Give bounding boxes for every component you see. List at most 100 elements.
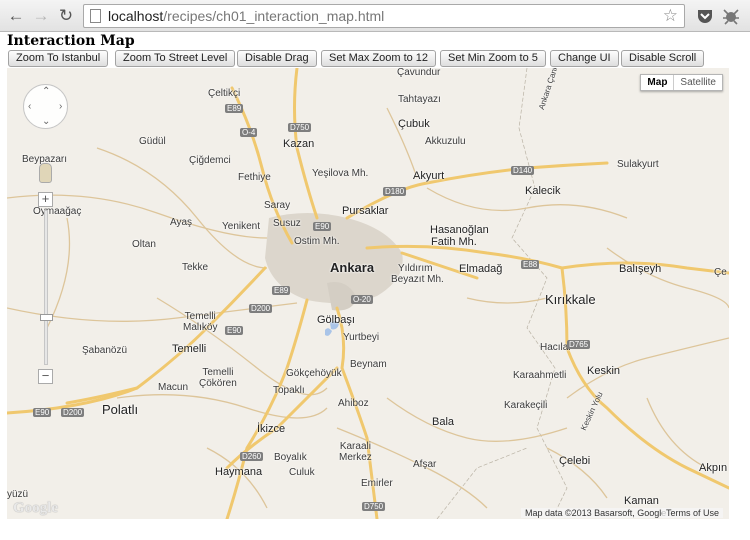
place-label: Gökçehöyük bbox=[286, 368, 342, 379]
back-arrow-icon[interactable]: ← bbox=[6, 6, 26, 26]
road-shield: D765 bbox=[567, 340, 591, 349]
place-label: Karaahmetli bbox=[513, 370, 567, 381]
place-label: Karaali Merkez bbox=[339, 441, 372, 463]
place-label: Susuz bbox=[273, 218, 301, 229]
place-label: Beynam bbox=[350, 359, 387, 370]
pocket-icon[interactable] bbox=[694, 5, 716, 27]
place-label: Temelli Malıköy bbox=[183, 311, 218, 333]
place-label: Fethiye bbox=[238, 172, 271, 183]
road-shield: D750 bbox=[288, 123, 312, 132]
place-label: Keskin bbox=[587, 365, 621, 377]
bookmark-star-icon[interactable]: ☆ bbox=[663, 6, 678, 26]
zoom-slider-track[interactable] bbox=[40, 210, 53, 365]
page-title: Interaction Map bbox=[7, 33, 135, 49]
set-max-zoom-button[interactable]: Set Max Zoom to 12 bbox=[321, 50, 437, 67]
place-label: Oltan bbox=[132, 239, 156, 250]
pan-down-icon[interactable]: ⌄ bbox=[42, 116, 50, 127]
terms-of-use-link[interactable]: Terms of Use bbox=[661, 508, 723, 518]
place-label: Culuk bbox=[289, 467, 315, 478]
address-bar[interactable]: localhost/recipes/ch01_interaction_map.h… bbox=[83, 4, 685, 28]
forward-arrow-icon[interactable]: → bbox=[31, 6, 51, 26]
place-label: Kaman bbox=[624, 495, 659, 507]
place-label: Topaklı bbox=[273, 385, 305, 396]
map-attribution: Map data ©2013 Basarsoft, Google bbox=[521, 508, 671, 518]
page-icon bbox=[90, 9, 101, 23]
pan-right-icon[interactable]: › bbox=[59, 101, 62, 112]
map-type-map-button[interactable]: Map bbox=[641, 75, 675, 90]
road-shield: E88 bbox=[521, 260, 540, 269]
place-label: Bala bbox=[432, 416, 455, 428]
map-type-control: Map Satellite bbox=[640, 74, 723, 91]
google-logo[interactable]: Google bbox=[13, 500, 58, 517]
place-label: Yenikent bbox=[222, 221, 260, 232]
place-label: Akpın bbox=[699, 462, 728, 474]
road-shield: O-4 bbox=[240, 128, 258, 137]
place-label: Çeltikçi bbox=[208, 88, 241, 99]
place-label: Ahiboz bbox=[338, 398, 369, 409]
zoom-to-street-level-button[interactable]: Zoom To Street Level bbox=[115, 50, 236, 67]
disable-scroll-button[interactable]: Disable Scroll bbox=[621, 50, 705, 67]
place-label: Boyalık bbox=[274, 452, 307, 463]
pan-left-icon[interactable]: ‹ bbox=[28, 101, 31, 112]
road-shield: D200 bbox=[61, 408, 85, 417]
disable-drag-button[interactable]: Disable Drag bbox=[237, 50, 317, 67]
place-label: Kalecik bbox=[525, 185, 561, 197]
pan-control[interactable]: ⌃ ⌄ ‹ › bbox=[23, 84, 68, 129]
set-min-zoom-button[interactable]: Set Min Zoom to 5 bbox=[440, 50, 546, 67]
place-label: Tahtayazı bbox=[398, 94, 441, 105]
place-label: İkizce bbox=[257, 423, 286, 435]
place-label: Afşar bbox=[413, 459, 437, 470]
place-label: Şabanözü bbox=[82, 345, 128, 356]
road-shield: E89 bbox=[225, 104, 244, 113]
place-label: Gölbaşı bbox=[317, 314, 355, 326]
address-text: localhost/recipes/ch01_interaction_map.h… bbox=[108, 8, 385, 24]
place-label: Akkuzulu bbox=[425, 136, 466, 147]
map-canvas[interactable]: Çavundur Çeltikçi Tahtayazı Kazan Çubuk … bbox=[7, 68, 729, 519]
place-label: Kırıkkale bbox=[545, 292, 596, 307]
place-label: Temelli bbox=[172, 343, 207, 355]
place-label: Tekke bbox=[182, 262, 209, 273]
zoom-in-button[interactable]: + bbox=[38, 192, 53, 207]
road-shield: D180 bbox=[383, 187, 407, 196]
place-label: Macun bbox=[158, 382, 189, 393]
place-label-ankara: Ankara bbox=[330, 260, 375, 275]
road-shield: E90 bbox=[225, 326, 244, 335]
place-label: Fatih Mh. bbox=[431, 236, 477, 248]
place-label: Yıldırım bbox=[398, 263, 433, 274]
street-view-pegman-icon[interactable] bbox=[39, 163, 52, 183]
road-shield: O-20 bbox=[351, 295, 373, 304]
zoom-slider-thumb[interactable] bbox=[40, 314, 53, 321]
road-shield: D260 bbox=[240, 452, 264, 461]
browser-toolbar: ← → ↻ localhost/recipes/ch01_interaction… bbox=[0, 0, 750, 32]
place-label: Sulakyurt bbox=[617, 159, 659, 170]
map-type-satellite-button[interactable]: Satellite bbox=[674, 75, 722, 90]
road-shield: D200 bbox=[249, 304, 273, 313]
zoom-control: + − bbox=[38, 192, 54, 386]
place-label: Çavundur bbox=[397, 68, 441, 78]
place-label: Çelebi bbox=[559, 455, 591, 467]
extension-bug-icon[interactable] bbox=[720, 5, 742, 27]
place-label: Pursaklar bbox=[342, 205, 389, 217]
place-label: Ostim Mh. bbox=[294, 236, 340, 247]
place-label: Polatlı bbox=[102, 402, 139, 417]
change-ui-button[interactable]: Change UI bbox=[550, 50, 619, 67]
place-label: Yeşilova Mh. bbox=[312, 168, 369, 179]
road-shield: E89 bbox=[272, 286, 291, 295]
zoom-out-button[interactable]: − bbox=[38, 369, 53, 384]
place-label: Temelli Çökören bbox=[199, 367, 237, 389]
place-label: Çubuk bbox=[398, 118, 430, 130]
place-label: Yurtbeyi bbox=[343, 332, 380, 343]
place-label: Çe bbox=[714, 267, 727, 278]
place-label: Güdül bbox=[139, 136, 166, 147]
road-shield: E90 bbox=[33, 408, 52, 417]
pan-up-icon[interactable]: ⌃ bbox=[42, 86, 50, 97]
place-label: Çiğdemci bbox=[189, 155, 231, 166]
place-label: Karakeçili bbox=[504, 400, 548, 411]
place-label: yüzü bbox=[7, 489, 29, 500]
road-shield: D750 bbox=[362, 502, 386, 511]
reload-icon[interactable]: ↻ bbox=[56, 6, 76, 26]
road-shield: E90 bbox=[313, 222, 332, 231]
place-label: Saray bbox=[264, 200, 291, 211]
zoom-to-istanbul-button[interactable]: Zoom To Istanbul bbox=[8, 50, 109, 67]
road-shield: D140 bbox=[511, 166, 535, 175]
